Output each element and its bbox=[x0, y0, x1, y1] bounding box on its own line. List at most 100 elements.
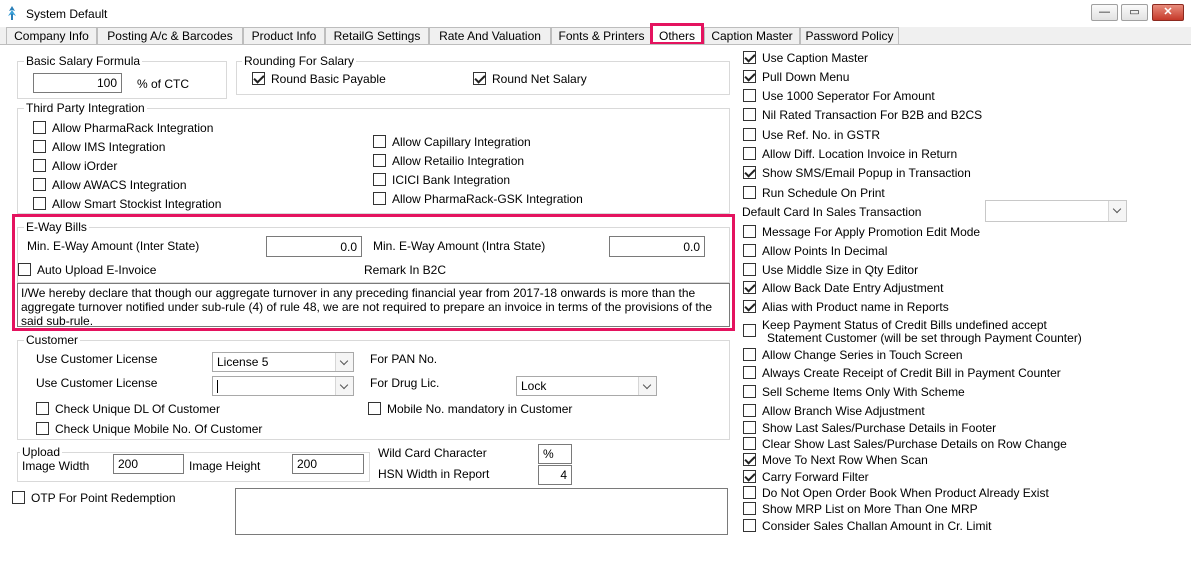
option-c-label-3: Allow Branch Wise Adjustment bbox=[762, 404, 925, 418]
option-c-checkbox-7[interactable] bbox=[743, 470, 756, 483]
option-c-label-6: Move To Next Row When Scan bbox=[762, 453, 928, 467]
tab-caption-master[interactable]: Caption Master bbox=[704, 27, 800, 45]
option-a-checkbox-7[interactable] bbox=[743, 186, 756, 199]
icici-checkbox[interactable] bbox=[373, 173, 386, 186]
remark-b2c-textarea[interactable]: I/We hereby declare that though our aggr… bbox=[17, 283, 730, 328]
salary-formula-input[interactable] bbox=[33, 73, 122, 93]
mobile-mandatory-checkbox[interactable] bbox=[368, 402, 381, 415]
eway-intra-input[interactable] bbox=[609, 236, 705, 257]
option-a-checkbox-1[interactable] bbox=[743, 70, 756, 83]
option-b-checkbox-2[interactable] bbox=[743, 263, 756, 276]
image-width-label: Image Width bbox=[22, 459, 90, 473]
mobile-mandatory-label: Mobile No. mandatory in Customer bbox=[387, 402, 573, 416]
option-c-checkbox-8[interactable] bbox=[743, 486, 756, 499]
otp-label: OTP For Point Redemption bbox=[31, 491, 176, 505]
tab-product-info[interactable]: Product Info bbox=[243, 27, 325, 45]
option-a-label-4: Use Ref. No. in GSTR bbox=[762, 128, 881, 142]
option-a-checkbox-5[interactable] bbox=[743, 147, 756, 160]
option-a-checkbox-4[interactable] bbox=[743, 128, 756, 141]
tab-password-policy[interactable]: Password Policy bbox=[800, 27, 899, 45]
tab-retailg-settings[interactable]: RetailG Settings bbox=[325, 27, 429, 45]
option-c-checkbox-3[interactable] bbox=[743, 404, 756, 417]
license2-select[interactable] bbox=[212, 376, 354, 396]
wildcard-label: Wild Card Character bbox=[378, 446, 487, 460]
license1-select[interactable]: License 5 bbox=[212, 352, 354, 372]
tab-posting-barcodes[interactable]: Posting A/c & Barcodes bbox=[97, 27, 243, 45]
option-a-checkbox-2[interactable] bbox=[743, 89, 756, 102]
option-b-checkbox-1[interactable] bbox=[743, 244, 756, 257]
awacs-checkbox[interactable] bbox=[33, 178, 46, 191]
option-b-checkbox-3[interactable] bbox=[743, 281, 756, 294]
option-c-label-2: Sell Scheme Items Only With Scheme bbox=[762, 385, 965, 399]
option-a-checkbox-3[interactable] bbox=[743, 108, 756, 121]
retailio-checkbox[interactable] bbox=[373, 154, 386, 167]
smart-stockist-label: Allow Smart Stockist Integration bbox=[52, 197, 222, 211]
option-c-checkbox-0[interactable] bbox=[743, 348, 756, 361]
chevron-down-icon[interactable] bbox=[335, 377, 353, 395]
capillary-checkbox[interactable] bbox=[373, 135, 386, 148]
drug-lic-select[interactable]: Lock bbox=[516, 376, 657, 396]
wildcard-input[interactable] bbox=[538, 444, 572, 464]
eway-intra-label: Min. E-Way Amount (Intra State) bbox=[373, 239, 546, 253]
option-c-label-8: Do Not Open Order Book When Product Alre… bbox=[762, 486, 1049, 500]
otp-checkbox[interactable] bbox=[12, 491, 25, 504]
option-a-checkbox-0[interactable] bbox=[743, 51, 756, 64]
image-height-input[interactable] bbox=[292, 454, 364, 474]
close-button[interactable]: ✕ bbox=[1152, 4, 1184, 21]
eway-inter-input[interactable] bbox=[266, 236, 362, 257]
option-a-label-6: Show SMS/Email Popup in Transaction bbox=[762, 166, 971, 180]
third-party-group-label: Third Party Integration bbox=[24, 101, 147, 115]
round-net-checkbox[interactable] bbox=[473, 72, 486, 85]
chevron-down-icon[interactable] bbox=[335, 353, 353, 371]
default-card-select[interactable] bbox=[985, 200, 1127, 222]
option-c-checkbox-9[interactable] bbox=[743, 502, 756, 515]
check-dl-checkbox[interactable] bbox=[36, 402, 49, 415]
option-c-checkbox-4[interactable] bbox=[743, 421, 756, 434]
option-c-checkbox-10[interactable] bbox=[743, 519, 756, 532]
image-width-input[interactable] bbox=[113, 454, 184, 474]
minimize-icon: — bbox=[1099, 6, 1110, 18]
option-b-checkbox-0[interactable] bbox=[743, 225, 756, 238]
option-a-label-1: Pull Down Menu bbox=[762, 70, 850, 84]
keep-payment-line2: Statement Customer (will be set through … bbox=[767, 331, 1082, 345]
hsn-width-input[interactable] bbox=[538, 465, 572, 485]
option-c-checkbox-1[interactable] bbox=[743, 366, 756, 379]
ims-label: Allow IMS Integration bbox=[52, 140, 166, 154]
app-icon bbox=[8, 6, 16, 20]
tab-company-info[interactable]: Company Info bbox=[6, 27, 97, 45]
option-a-checkbox-6[interactable] bbox=[743, 166, 756, 179]
minimize-button[interactable]: — bbox=[1091, 4, 1118, 21]
chevron-down-icon[interactable] bbox=[638, 377, 656, 395]
drug-lic-value: Lock bbox=[521, 379, 547, 393]
iorder-label: Allow iOrder bbox=[52, 159, 118, 173]
maximize-button[interactable]: ▭ bbox=[1121, 4, 1148, 21]
option-c-label-5: Clear Show Last Sales/Purchase Details o… bbox=[762, 437, 1067, 451]
iorder-checkbox[interactable] bbox=[33, 159, 46, 172]
pharmarack-checkbox[interactable] bbox=[33, 121, 46, 134]
close-icon: ✕ bbox=[1163, 6, 1173, 18]
smart-stockist-checkbox[interactable] bbox=[33, 197, 46, 210]
otp-textarea[interactable] bbox=[235, 488, 728, 535]
option-c-checkbox-2[interactable] bbox=[743, 385, 756, 398]
tab-fonts-printers[interactable]: Fonts & Printers bbox=[551, 27, 652, 45]
auto-upload-checkbox[interactable] bbox=[18, 263, 31, 276]
tab-others[interactable]: Others bbox=[650, 23, 704, 45]
option-c-checkbox-5[interactable] bbox=[743, 437, 756, 450]
awacs-label: Allow AWACS Integration bbox=[52, 178, 187, 192]
upload-group-label: Upload bbox=[20, 445, 63, 459]
round-basic-checkbox[interactable] bbox=[252, 72, 265, 85]
option-b-label-0: Message For Apply Promotion Edit Mode bbox=[762, 225, 981, 239]
keep-payment-checkbox[interactable] bbox=[743, 324, 756, 337]
ims-checkbox[interactable] bbox=[33, 140, 46, 153]
salary-suffix: % of CTC bbox=[137, 77, 190, 91]
check-mobile-checkbox[interactable] bbox=[36, 422, 49, 435]
option-b-checkbox-4[interactable] bbox=[743, 300, 756, 313]
option-c-checkbox-6[interactable] bbox=[743, 453, 756, 466]
pharmarack-gsk-checkbox[interactable] bbox=[373, 192, 386, 205]
tab-rate-valuation[interactable]: Rate And Valuation bbox=[429, 27, 551, 45]
chevron-down-icon[interactable] bbox=[1108, 201, 1126, 221]
option-b-label-3: Allow Back Date Entry Adjustment bbox=[762, 281, 944, 295]
default-card-label: Default Card In Sales Transaction bbox=[742, 205, 922, 219]
license1-label: Use Customer License bbox=[36, 352, 158, 366]
icici-label: ICICI Bank Integration bbox=[392, 173, 511, 187]
